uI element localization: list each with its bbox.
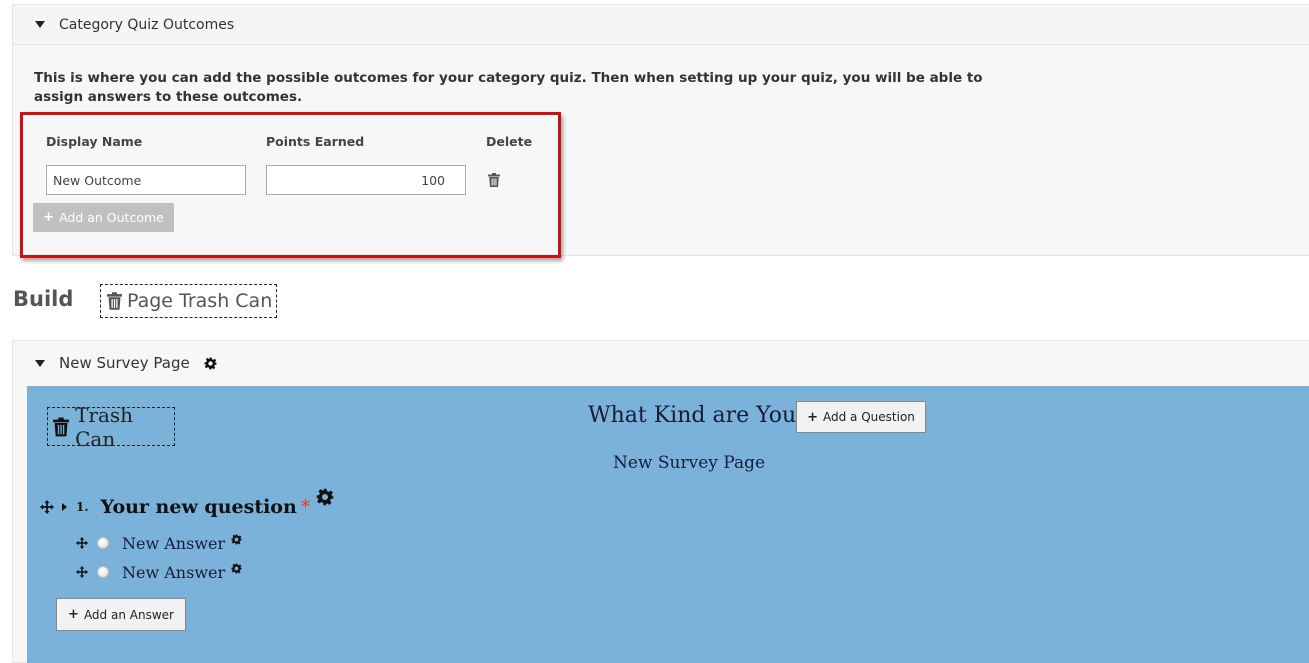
add-outcome-label: Add an Outcome bbox=[59, 210, 164, 225]
survey-page-panel: New Survey Page Trash Can What Kind are … bbox=[12, 340, 1309, 663]
add-question-label: Add a Question bbox=[823, 410, 915, 424]
answer-row: New Answer bbox=[76, 532, 242, 554]
trash-icon bbox=[107, 292, 122, 310]
outcome-name-input[interactable]: New Outcome bbox=[46, 165, 246, 195]
page-name: New Survey Page bbox=[613, 453, 766, 473]
column-header-display-name: Display Name bbox=[46, 134, 143, 149]
outcomes-panel-header[interactable]: Category Quiz Outcomes bbox=[13, 5, 1309, 45]
outcomes-panel-title: Category Quiz Outcomes bbox=[59, 16, 235, 33]
trash-icon bbox=[53, 417, 70, 436]
caret-right-icon[interactable] bbox=[62, 503, 67, 511]
gear-icon[interactable] bbox=[231, 533, 242, 545]
outcomes-description: This is where you can add the possible o… bbox=[34, 70, 983, 105]
add-outcome-button[interactable]: + Add an Outcome bbox=[33, 203, 174, 232]
page-trash-can[interactable]: Page Trash Can bbox=[100, 284, 277, 318]
answer-text[interactable]: New Answer bbox=[122, 563, 225, 582]
trash-can-label: Trash Can bbox=[75, 402, 134, 451]
outcomes-panel: Category Quiz Outcomes This is where you… bbox=[12, 4, 1309, 258]
move-icon[interactable] bbox=[76, 537, 88, 549]
plus-icon: + bbox=[68, 607, 79, 622]
gear-icon[interactable] bbox=[231, 562, 242, 574]
column-header-points-earned: Points Earned bbox=[266, 134, 365, 149]
answer-text[interactable]: New Answer bbox=[122, 534, 225, 553]
column-header-delete: Delete bbox=[486, 134, 533, 149]
answer-radio[interactable] bbox=[97, 566, 109, 578]
answer-radio[interactable] bbox=[97, 537, 109, 549]
page-trash-label: Page Trash Can bbox=[127, 290, 273, 312]
move-icon[interactable] bbox=[76, 566, 88, 578]
question-row: 1. Your new question * bbox=[40, 487, 334, 527]
caret-down-icon[interactable] bbox=[35, 359, 45, 367]
plus-icon: + bbox=[807, 409, 818, 425]
gear-icon[interactable] bbox=[204, 357, 217, 370]
plus-icon: + bbox=[43, 210, 55, 225]
survey-title: What Kind are You bbox=[588, 403, 797, 428]
move-icon[interactable] bbox=[40, 500, 54, 514]
trash-can[interactable]: Trash Can bbox=[47, 403, 175, 451]
add-answer-label: Add an Answer bbox=[83, 607, 174, 622]
answer-row: New Answer bbox=[76, 561, 242, 583]
outcomes-table: Display Name Points Earned Delete New Ou… bbox=[20, 112, 561, 258]
required-marker: * bbox=[300, 496, 311, 518]
survey-canvas: Trash Can What Kind are You + Add a Ques… bbox=[27, 386, 1309, 663]
build-heading: Build bbox=[13, 287, 74, 311]
outcome-points-input[interactable]: 100 bbox=[266, 165, 466, 195]
add-question-button[interactable]: + Add a Question bbox=[796, 401, 926, 433]
survey-page-header[interactable]: New Survey Page bbox=[13, 341, 1309, 385]
gear-icon[interactable] bbox=[316, 488, 334, 506]
caret-down-icon[interactable] bbox=[35, 21, 45, 28]
delete-outcome-trash-icon[interactable] bbox=[488, 172, 500, 187]
add-answer-button[interactable]: + Add an Answer bbox=[56, 598, 186, 631]
question-number: 1. bbox=[76, 500, 89, 514]
survey-page-header-title: New Survey Page bbox=[59, 354, 190, 372]
question-text[interactable]: Your new question bbox=[101, 496, 297, 518]
